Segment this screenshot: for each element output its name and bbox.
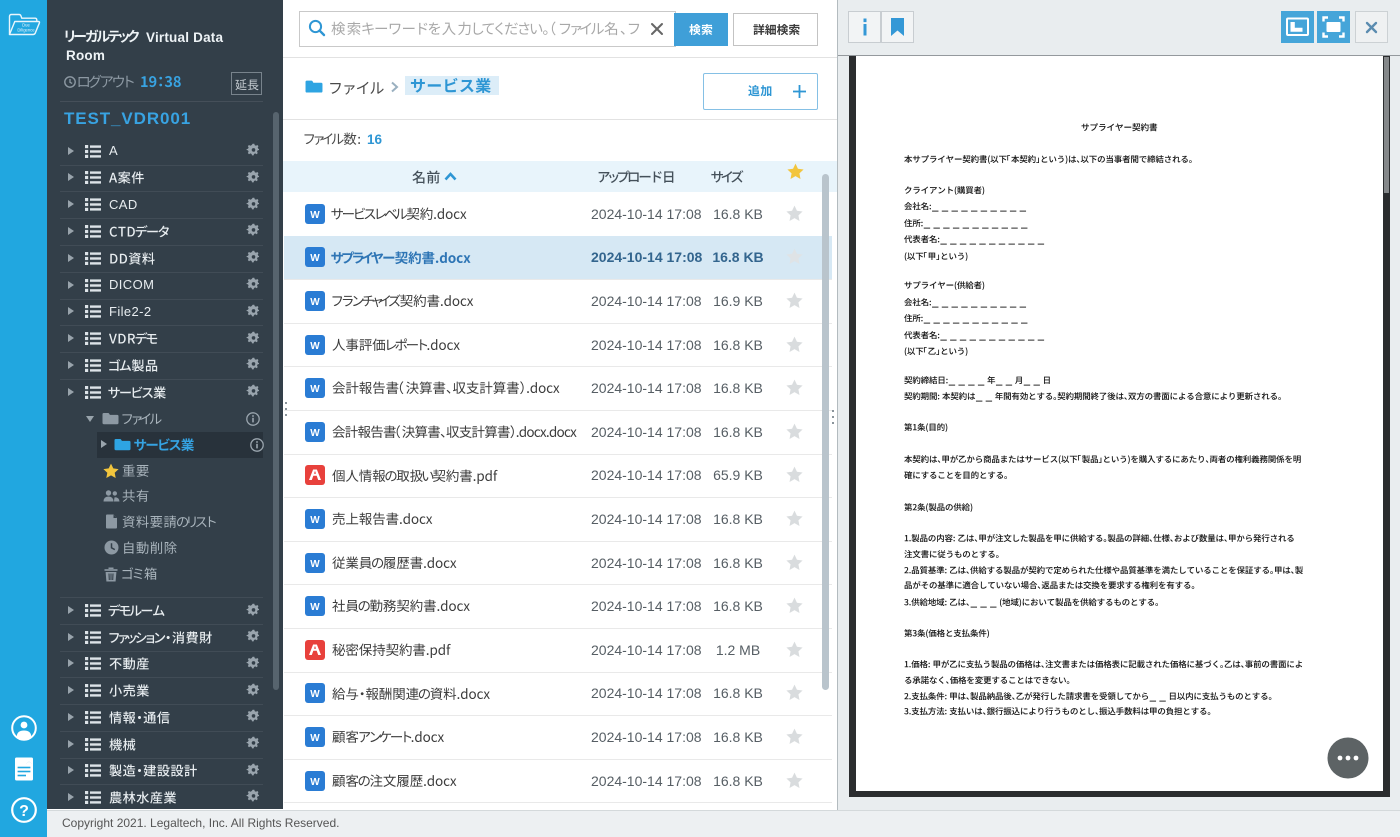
svg-text:W: W	[310, 602, 320, 613]
svg-text:W: W	[310, 210, 320, 221]
svg-text:W: W	[310, 515, 320, 526]
svg-text:W: W	[310, 297, 320, 308]
svg-text:W: W	[310, 777, 320, 788]
svg-text:W: W	[310, 428, 320, 439]
svg-text:Diligence: Diligence	[17, 28, 35, 33]
svg-text:W: W	[310, 689, 320, 700]
svg-text:?: ?	[19, 803, 29, 820]
svg-text:W: W	[310, 253, 320, 264]
svg-text:W: W	[310, 733, 320, 744]
svg-text:W: W	[310, 559, 320, 570]
svg-text:W: W	[310, 341, 320, 352]
svg-text:W: W	[310, 384, 320, 395]
